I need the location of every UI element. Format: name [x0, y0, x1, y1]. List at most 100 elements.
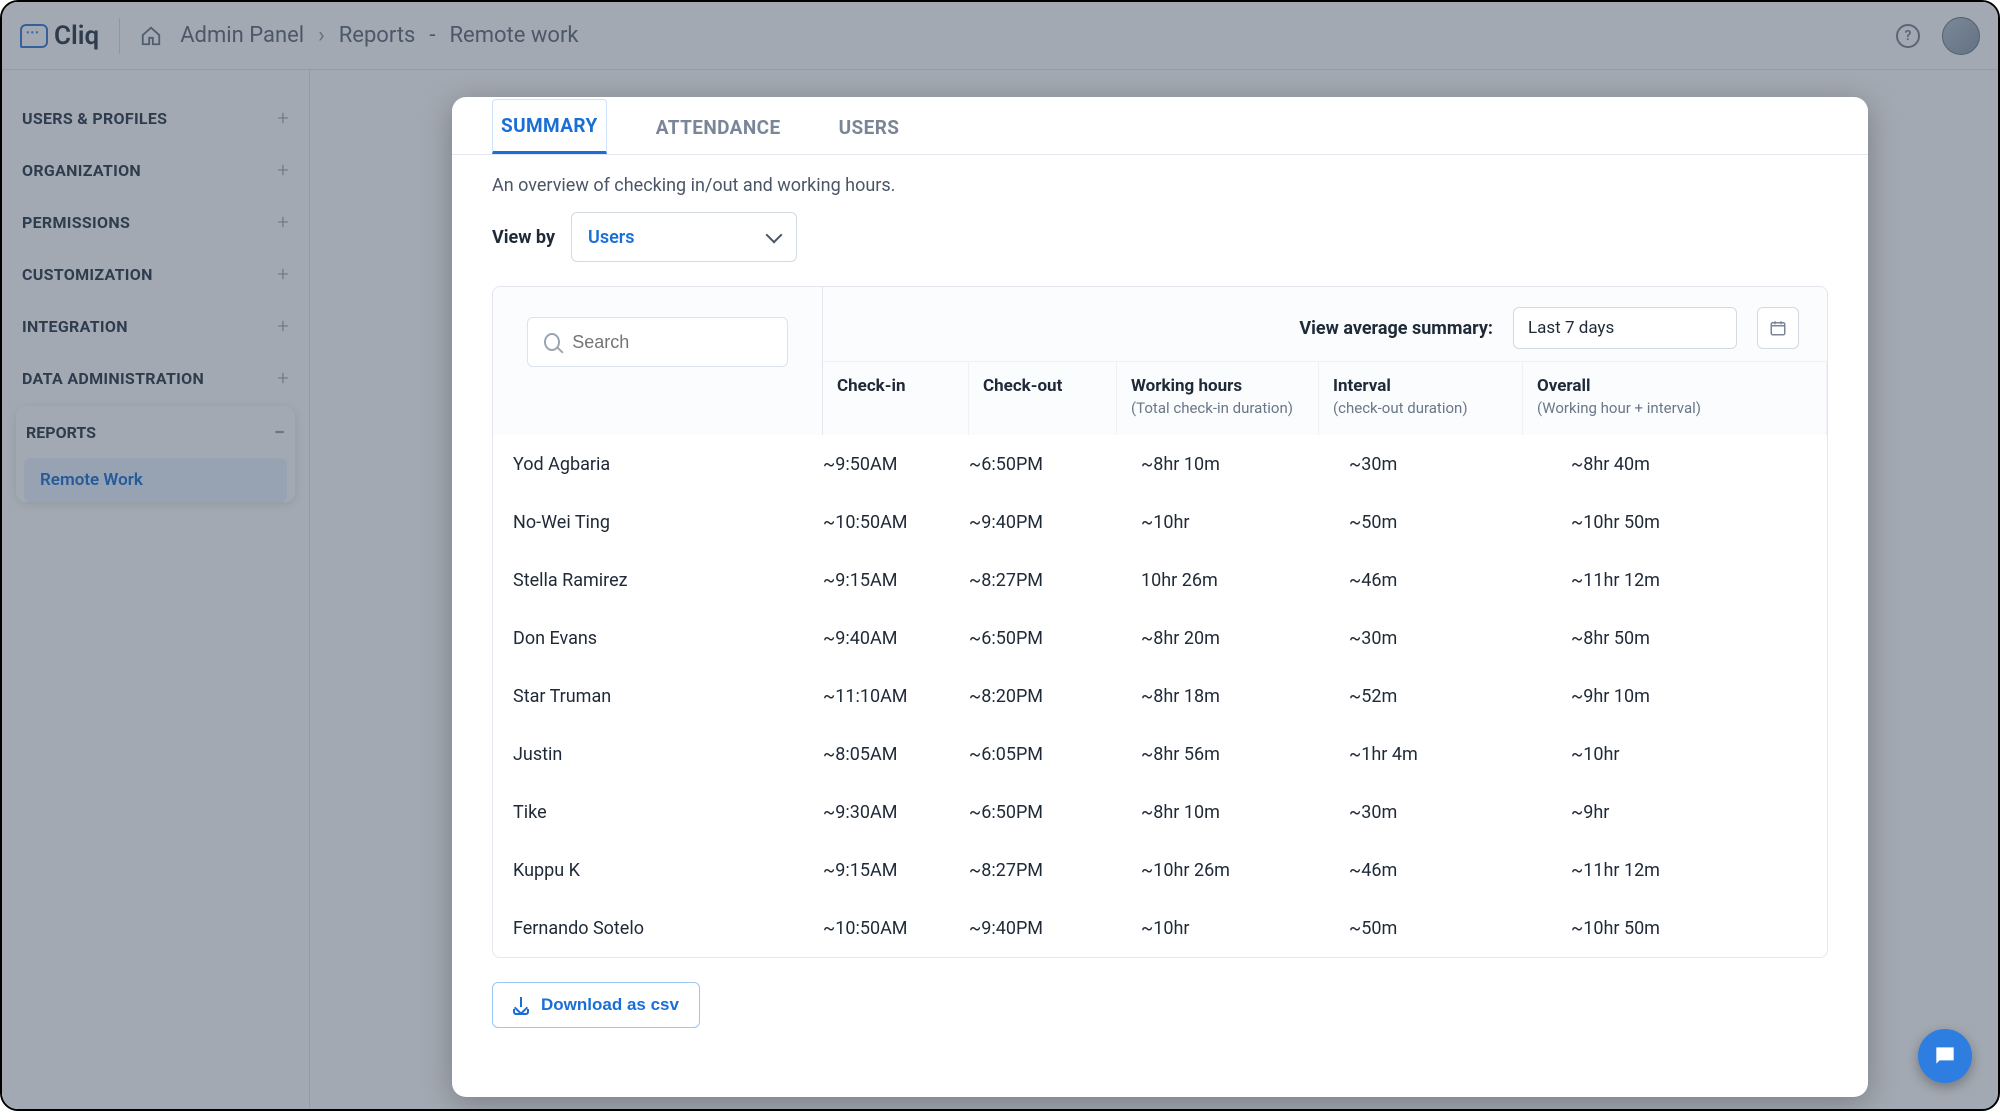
sidebar: USERS & PROFILES+ ORGANIZATION+ PERMISSI… — [2, 70, 310, 1109]
search-input-wrap[interactable] — [527, 317, 788, 367]
download-csv-button[interactable]: Download as csv — [492, 982, 700, 1028]
search-icon — [544, 333, 560, 351]
table-row[interactable]: Fernando Sotelo~10:50AM~9:40PM~10hr~50m~… — [493, 899, 1827, 957]
col-checkin: Check-in — [823, 362, 969, 435]
cell-checkin: ~11:10AM — [823, 686, 969, 707]
cell-working: ~10hr — [1117, 512, 1319, 533]
app-name: Cliq — [54, 21, 99, 51]
plus-icon: + — [277, 210, 289, 234]
cell-checkin: ~10:50AM — [823, 512, 969, 533]
table-row[interactable]: Kuppu K~9:15AM~8:27PM~10hr 26m~46m~11hr … — [493, 841, 1827, 899]
cell-overall: ~9hr — [1523, 802, 1827, 823]
breadcrumb-sep: - — [429, 23, 435, 48]
sidebar-item-organization[interactable]: ORGANIZATION+ — [16, 144, 295, 196]
plus-icon: + — [277, 366, 289, 390]
table-row[interactable]: No-Wei Ting~10:50AM~9:40PM~10hr~50m~10hr… — [493, 493, 1827, 551]
overview-text: An overview of checking in/out and worki… — [452, 155, 1868, 212]
sidebar-reports-card: REPORTS − Remote Work — [16, 406, 295, 502]
viewby-select[interactable]: Users — [571, 212, 797, 262]
cell-overall: ~9hr 10m — [1523, 686, 1827, 707]
cell-checkin: ~9:15AM — [823, 860, 969, 881]
cell-name: Stella Ramirez — [493, 570, 823, 591]
table-row[interactable]: Star Truman~11:10AM~8:20PM~8hr 18m~52m~9… — [493, 667, 1827, 725]
cell-overall: ~11hr 12m — [1523, 860, 1827, 881]
minus-icon: − — [274, 420, 285, 444]
cell-checkout: ~8:20PM — [969, 686, 1117, 707]
table-body[interactable]: Yod Agbaria~9:50AM~6:50PM~8hr 10m~30m~8h… — [493, 435, 1827, 957]
cell-overall: ~10hr 50m — [1523, 918, 1827, 939]
calendar-icon — [1769, 319, 1787, 337]
breadcrumb: Admin Panel › Reports - Remote work — [180, 23, 578, 48]
cell-overall: ~8hr 50m — [1523, 628, 1827, 649]
cell-working: ~8hr 18m — [1117, 686, 1319, 707]
summary-table: View average summary: Last 7 days Check-… — [492, 286, 1828, 958]
cell-checkin: ~9:15AM — [823, 570, 969, 591]
tab-summary[interactable]: SUMMARY — [492, 99, 607, 154]
sidebar-item-permissions[interactable]: PERMISSIONS+ — [16, 196, 295, 248]
chat-icon — [1932, 1043, 1958, 1069]
table-row[interactable]: Yod Agbaria~9:50AM~6:50PM~8hr 10m~30m~8h… — [493, 435, 1827, 493]
help-icon[interactable]: ? — [1896, 24, 1920, 48]
cell-interval: ~30m — [1319, 628, 1523, 649]
calendar-button[interactable] — [1757, 307, 1799, 349]
cell-interval: ~50m — [1319, 512, 1523, 533]
sidebar-item-customization[interactable]: CUSTOMIZATION+ — [16, 248, 295, 300]
cell-working: ~10hr 26m — [1117, 860, 1319, 881]
cell-checkout: ~6:05PM — [969, 744, 1117, 765]
home-icon[interactable] — [140, 25, 162, 47]
plus-icon: + — [277, 106, 289, 130]
sidebar-item-users-profiles[interactable]: USERS & PROFILES+ — [16, 92, 295, 144]
cell-overall: ~8hr 40m — [1523, 454, 1827, 475]
cell-name: Star Truman — [493, 686, 823, 707]
sidebar-sub-remote-work[interactable]: Remote Work — [24, 458, 287, 502]
range-select[interactable]: Last 7 days — [1513, 307, 1737, 349]
table-row[interactable]: Tike~9:30AM~6:50PM~8hr 10m~30m~9hr — [493, 783, 1827, 841]
column-headers: Check-in Check-out Working hours(Total c… — [823, 362, 1827, 435]
cell-working: 10hr 26m — [1117, 570, 1319, 591]
cell-overall: ~11hr 12m — [1523, 570, 1827, 591]
chat-fab[interactable] — [1918, 1029, 1972, 1083]
cell-checkin: ~9:30AM — [823, 802, 969, 823]
cell-interval: ~52m — [1319, 686, 1523, 707]
cell-interval: ~1hr 4m — [1319, 744, 1523, 765]
plus-icon: + — [277, 262, 289, 286]
tab-users[interactable]: USERS — [830, 101, 909, 154]
cell-interval: ~50m — [1319, 918, 1523, 939]
cell-checkin: ~9:40AM — [823, 628, 969, 649]
user-avatar[interactable] — [1942, 17, 1980, 55]
cell-working: ~8hr 10m — [1117, 454, 1319, 475]
sidebar-item-reports[interactable]: REPORTS − — [16, 406, 295, 454]
cell-checkout: ~6:50PM — [969, 628, 1117, 649]
cliq-logo-icon — [20, 24, 48, 48]
tabs: SUMMARY ATTENDANCE USERS — [452, 97, 1868, 155]
col-working: Working hours(Total check-in duration) — [1117, 362, 1319, 435]
sidebar-item-integration[interactable]: INTEGRATION+ — [16, 300, 295, 352]
cell-checkout: ~6:50PM — [969, 802, 1117, 823]
reports-panel: SUMMARY ATTENDANCE USERS An overview of … — [452, 97, 1868, 1097]
cell-overall: ~10hr — [1523, 744, 1827, 765]
cell-name: Tike — [493, 802, 823, 823]
chevron-down-icon — [766, 227, 783, 244]
viewby-label: View by — [492, 227, 555, 248]
table-row[interactable]: Justin~8:05AM~6:05PM~8hr 56m~1hr 4m~10hr — [493, 725, 1827, 783]
table-row[interactable]: Stella Ramirez~9:15AM~8:27PM10hr 26m~46m… — [493, 551, 1827, 609]
breadcrumb-section[interactable]: Reports — [339, 23, 416, 48]
breadcrumb-page: Remote work — [449, 23, 578, 48]
cell-interval: ~46m — [1319, 570, 1523, 591]
divider — [119, 18, 120, 54]
app-logo[interactable]: Cliq — [20, 21, 99, 51]
sidebar-item-data-administration[interactable]: DATA ADMINISTRATION+ — [16, 352, 295, 404]
table-row[interactable]: Don Evans~9:40AM~6:50PM~8hr 20m~30m~8hr … — [493, 609, 1827, 667]
cell-checkout: ~9:40PM — [969, 512, 1117, 533]
breadcrumb-root[interactable]: Admin Panel — [180, 23, 304, 48]
cell-checkout: ~9:40PM — [969, 918, 1117, 939]
tab-attendance[interactable]: ATTENDANCE — [647, 101, 790, 154]
avg-summary-label: View average summary: — [1299, 318, 1493, 339]
search-input[interactable] — [572, 332, 771, 353]
cell-checkin: ~8:05AM — [823, 744, 969, 765]
download-icon — [513, 997, 529, 1013]
cell-name: No-Wei Ting — [493, 512, 823, 533]
cell-checkin: ~9:50AM — [823, 454, 969, 475]
cell-interval: ~30m — [1319, 454, 1523, 475]
cell-checkout: ~6:50PM — [969, 454, 1117, 475]
